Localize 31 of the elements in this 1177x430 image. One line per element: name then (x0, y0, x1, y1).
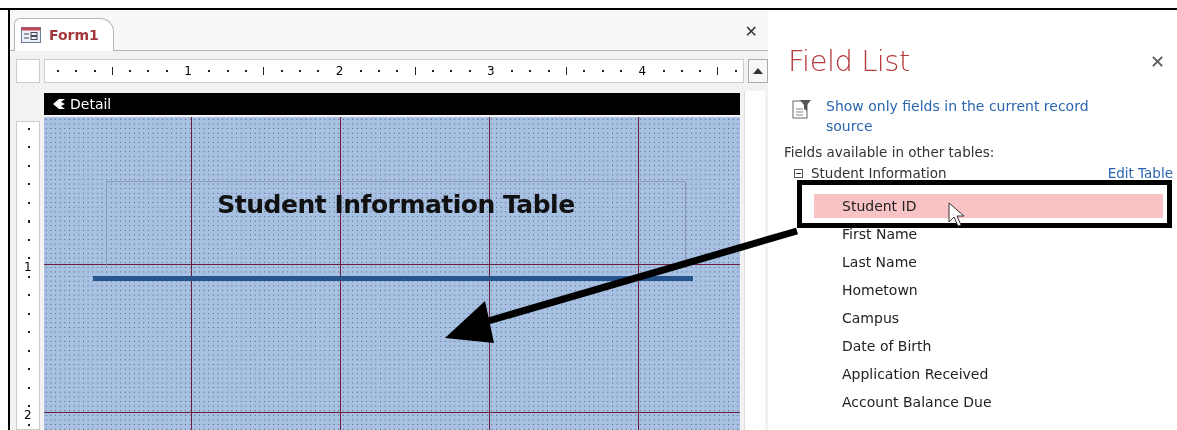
field-item[interactable]: Date of Birth (788, 334, 1177, 362)
section-icon (52, 98, 66, 110)
caret-icon (753, 68, 763, 74)
form-icon (21, 27, 41, 43)
field-item[interactable]: Application Received (788, 362, 1177, 390)
ruler-number: 4 (638, 65, 647, 77)
close-button[interactable]: ✕ (1149, 50, 1165, 72)
field-item[interactable]: Student ID (814, 194, 1163, 218)
ruler-number: 3 (486, 65, 495, 77)
filter-icon (792, 98, 812, 120)
table-name[interactable]: Student Information (811, 165, 1100, 181)
scrollbar-track[interactable] (744, 91, 765, 430)
line-control[interactable] (93, 276, 693, 281)
close-button[interactable]: ✕ (744, 22, 758, 41)
pane-title: Field List (788, 44, 910, 78)
scroll-up-button[interactable] (748, 59, 768, 83)
field-item[interactable]: Last Name (788, 250, 1177, 278)
edit-table-link[interactable]: Edit Table (1107, 165, 1173, 181)
section-heading: Fields available in other tables: (784, 144, 996, 160)
ruler-number: 1 (22, 260, 34, 274)
field-item[interactable]: Hometown (788, 278, 1177, 306)
field-item[interactable]: Campus (788, 306, 1177, 334)
section-bar[interactable]: Detail (44, 93, 740, 115)
ruler-number: 2 (22, 408, 34, 422)
show-only-link[interactable]: Show only fields in the current record source (826, 96, 1116, 136)
ruler-number: 2 (335, 65, 344, 77)
ruler-number: 1 (184, 65, 193, 77)
collapse-button[interactable] (794, 168, 803, 178)
form-tab[interactable]: Form1 (14, 18, 114, 51)
field-item[interactable]: Account Balance Due (788, 390, 1177, 418)
cursor-icon (948, 202, 966, 228)
